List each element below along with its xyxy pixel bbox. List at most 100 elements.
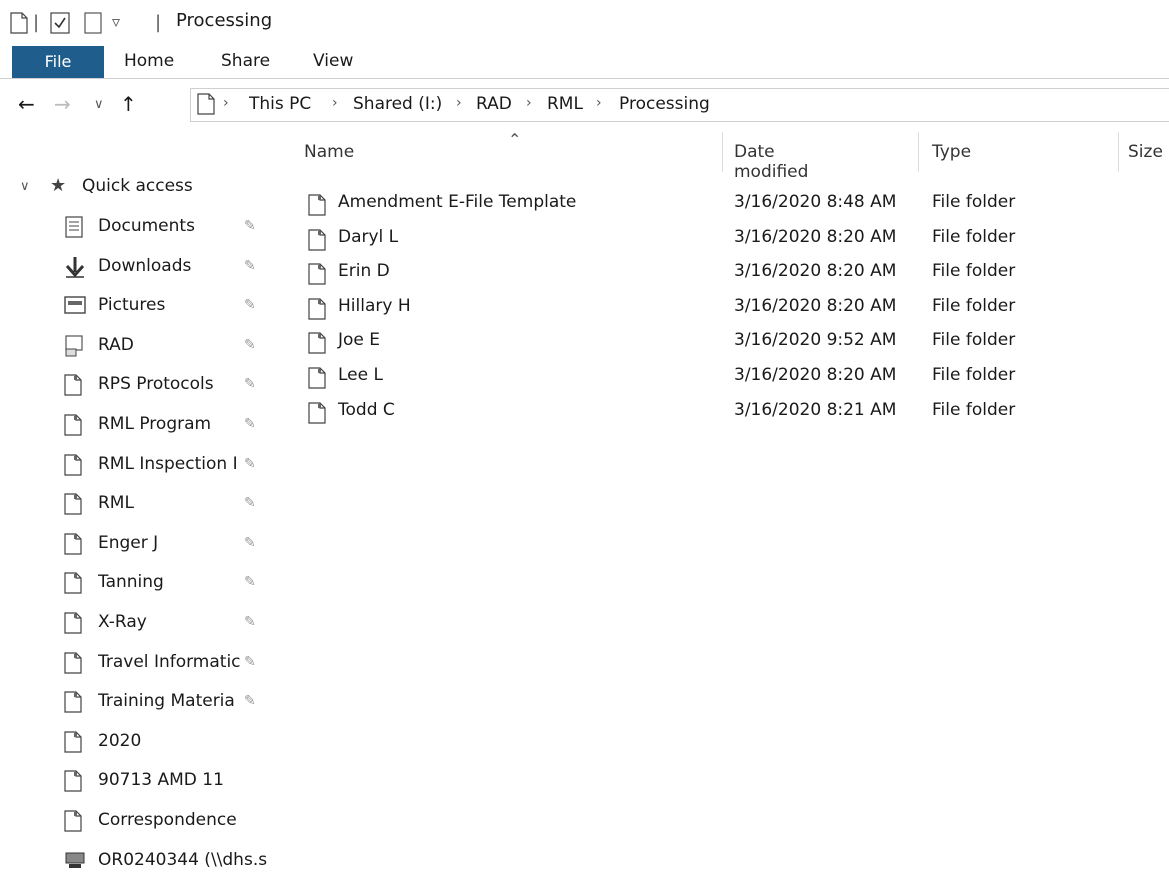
- chevron-right-icon[interactable]: ›: [596, 95, 602, 111]
- properties-icon[interactable]: [50, 12, 70, 34]
- pin-icon[interactable]: ✎: [244, 574, 256, 590]
- pin-icon[interactable]: ✎: [244, 535, 256, 551]
- breadcrumb-shared[interactable]: Shared (I:): [353, 94, 442, 114]
- folder-icon: [64, 691, 82, 718]
- chevron-right-icon[interactable]: ›: [332, 95, 338, 111]
- table-row[interactable]: Hillary H 3/16/2020 8:20 AM File folder: [300, 292, 1160, 327]
- column-divider[interactable]: [1118, 132, 1119, 172]
- date-modified: 3/16/2020 9:52 AM: [734, 330, 897, 351]
- tab-home[interactable]: Home: [124, 51, 174, 71]
- sidebar-item-label: Pictures: [98, 295, 166, 316]
- arrow-right-icon[interactable]: →: [54, 92, 71, 116]
- sidebar-item[interactable]: RML Inspection I ✎: [0, 448, 290, 484]
- folder-icon: [64, 572, 82, 599]
- column-date-modified[interactable]: Date modified: [734, 142, 808, 182]
- column-size[interactable]: Size: [1128, 142, 1163, 162]
- breadcrumb-rad[interactable]: RAD: [476, 94, 512, 114]
- customize-toolbar-icon[interactable]: ▿: [112, 12, 120, 31]
- sidebar-item-label: RML Program: [98, 414, 212, 434]
- pin-icon[interactable]: ✎: [244, 654, 256, 670]
- file-type: File folder: [932, 399, 1016, 420]
- folder-icon: [64, 453, 82, 481]
- pin-icon[interactable]: ✎: [244, 614, 256, 630]
- window-title: Processing: [176, 10, 273, 31]
- chevron-down-icon[interactable]: ∨: [94, 97, 104, 112]
- sidebar-item[interactable]: RPS Protocols ✎: [0, 368, 290, 404]
- file-name: Lee L: [338, 365, 383, 385]
- folder-icon: [308, 263, 326, 285]
- table-row[interactable]: Todd C 3/16/2020 8:21 AM File folder: [300, 396, 1160, 431]
- tab-view[interactable]: View: [313, 51, 353, 71]
- folder-icon: [64, 810, 82, 837]
- sidebar-item[interactable]: Correspondence: [0, 804, 290, 840]
- sidebar-item[interactable]: OR0240344 (\\dhs.s: [0, 844, 290, 880]
- sidebar-item[interactable]: X-Ray ✎: [0, 606, 290, 642]
- folder-icon: [308, 228, 326, 251]
- chevron-right-icon[interactable]: ›: [456, 95, 462, 111]
- pin-icon[interactable]: ✎: [244, 376, 256, 392]
- folder-icon: [308, 194, 326, 216]
- sidebar-item-label: Training Materia: [98, 691, 235, 712]
- sidebar-item[interactable]: Pictures ✎: [0, 289, 290, 325]
- navigation-bar: ← → ∨ ↑ › This PC › Shared (I:) › RAD › …: [0, 84, 1169, 124]
- folder-icon: [64, 374, 82, 401]
- date-modified: 3/16/2020 8:21 AM: [734, 399, 897, 420]
- breadcrumb-this-pc[interactable]: This PC: [249, 94, 311, 114]
- sidebar-item[interactable]: Tanning ✎: [0, 566, 290, 602]
- new-folder-icon[interactable]: [84, 12, 102, 34]
- sidebar-item-label: Travel Informatic: [98, 651, 241, 672]
- date-modified: 3/16/2020 8:48 AM: [734, 192, 897, 212]
- sidebar-item[interactable]: Enger J ✎: [0, 527, 290, 563]
- sidebar-item[interactable]: 2020: [0, 725, 290, 761]
- date-modified: 3/16/2020 8:20 AM: [734, 226, 897, 247]
- table-row[interactable]: Lee L 3/16/2020 8:20 AM File folder: [300, 361, 1160, 396]
- pin-icon[interactable]: ✎: [244, 693, 256, 709]
- folder-icon: [64, 731, 82, 758]
- table-row[interactable]: Joe E 3/16/2020 9:52 AM File folder: [300, 326, 1160, 361]
- breadcrumb-rml[interactable]: RML: [547, 94, 583, 114]
- table-row[interactable]: Amendment E-File Template 3/16/2020 8:48 …: [300, 188, 1160, 223]
- sidebar-item[interactable]: RML ✎: [0, 487, 290, 523]
- column-name[interactable]: Name: [304, 142, 354, 162]
- sidebar-item[interactable]: RML Program ✎: [0, 408, 290, 444]
- sidebar-item-label: RML: [98, 493, 134, 514]
- sidebar-item[interactable]: Downloads ✎: [0, 250, 290, 286]
- table-row[interactable]: Daryl L 3/16/2020 8:20 AM File folder: [300, 223, 1160, 258]
- pin-icon[interactable]: ✎: [244, 337, 256, 353]
- sidebar-item-label: 2020: [98, 730, 142, 751]
- table-row[interactable]: Erin D 3/16/2020 8:20 AM File folder: [300, 257, 1160, 292]
- pin-icon[interactable]: ✎: [244, 416, 256, 432]
- folder-icon[interactable]: [10, 12, 28, 34]
- sidebar-item[interactable]: RAD ✎: [0, 329, 290, 365]
- sidebar-item-label: Enger J: [98, 532, 159, 553]
- pin-icon[interactable]: ✎: [244, 297, 256, 313]
- sidebar-item[interactable]: 90713 AMD 11: [0, 764, 290, 800]
- arrow-up-icon[interactable]: ↑: [120, 92, 137, 116]
- tab-file[interactable]: File: [12, 46, 104, 78]
- arrow-left-icon[interactable]: ←: [18, 92, 35, 116]
- pin-icon[interactable]: ✎: [244, 456, 256, 472]
- sidebar-item[interactable]: Documents ✎: [0, 210, 290, 246]
- file-name: Joe E: [338, 330, 381, 351]
- folder-icon: [197, 93, 215, 115]
- chevron-right-icon[interactable]: ›: [526, 95, 532, 111]
- chevron-right-icon[interactable]: ›: [223, 95, 229, 111]
- column-divider[interactable]: [722, 132, 723, 172]
- file-name: Amendment E-File Template: [338, 192, 577, 212]
- sidebar-item-quick-access[interactable]: ∨ ★ Quick access: [0, 170, 290, 206]
- tab-share[interactable]: Share: [221, 51, 270, 71]
- pin-icon[interactable]: ✎: [244, 495, 256, 511]
- folder-icon: [64, 612, 82, 639]
- sidebar-item[interactable]: Travel Informatic ✎: [0, 646, 290, 682]
- sidebar-item[interactable]: Training Materia ✎: [0, 685, 290, 721]
- sidebar-item-label: Documents: [98, 216, 195, 236]
- folder-icon: [64, 651, 82, 679]
- column-type[interactable]: Type: [932, 142, 971, 162]
- pin-icon[interactable]: ✎: [244, 258, 256, 274]
- address-bar[interactable]: › This PC › Shared (I:) › RAD › RML › Pr…: [190, 88, 1169, 122]
- pin-icon[interactable]: ✎: [244, 218, 256, 234]
- file-name: Hillary H: [338, 295, 411, 316]
- column-divider[interactable]: [918, 132, 919, 172]
- breadcrumb-processing[interactable]: Processing: [619, 94, 710, 114]
- chevron-down-icon[interactable]: ∨: [20, 179, 30, 194]
